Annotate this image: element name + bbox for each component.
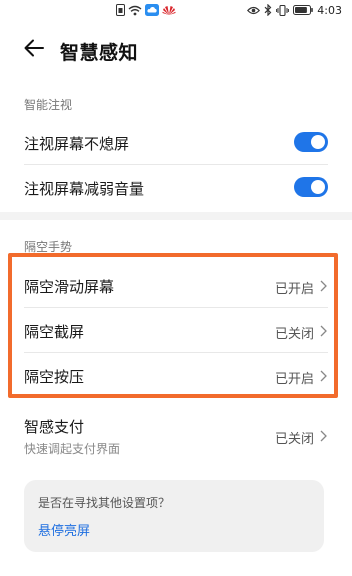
chevron-right-icon [318,429,328,443]
suggestion-card: 是否在寻找其他设置项？ 悬停亮屏 [24,480,324,552]
setting-sublabel: 快速调起支付界面 [24,442,121,456]
setting-row-smart-pay[interactable]: 智感支付 快速调起支付界面 已关闭 [24,410,328,460]
setting-label: 智感支付 [24,418,85,436]
status-right-icons: 4:03 [247,2,342,18]
eye-icon [247,6,261,15]
setting-label: 注视屏幕减弱音量 [24,180,145,198]
back-arrow-icon [24,39,44,61]
divider [24,164,328,165]
vibrate-icon [276,4,290,16]
status-bar: 4:03 [0,0,352,22]
header: 智慧感知 [0,30,352,70]
highlight-annotation [8,253,338,398]
section-label-smart-gaze: 智能注视 [24,98,73,112]
back-button[interactable] [20,36,48,64]
suggestion-question: 是否在寻找其他设置项？ [38,496,171,510]
status-time: 4:03 [317,3,342,17]
setting-row-lower-volume[interactable]: 注视屏幕减弱音量 [24,166,328,208]
huawei-logo-icon [162,5,176,16]
battery-icon [293,5,314,15]
setting-label: 注视屏幕不熄屏 [24,135,130,153]
wifi-icon [128,5,142,16]
setting-row-keep-screen-on[interactable]: 注视屏幕不熄屏 [24,122,328,162]
bluetooth-icon [264,4,272,16]
page-title: 智慧感知 [60,42,139,64]
keep-screen-on-toggle[interactable] [294,132,328,152]
group-separator [0,212,352,220]
status-text: 已关闭 [274,432,314,447]
status-center-icons [116,2,176,18]
sim-icon [116,4,125,16]
lower-volume-toggle[interactable] [294,177,328,197]
cloud-icon [145,4,159,16]
suggestion-link[interactable]: 悬停亮屏 [38,520,90,539]
